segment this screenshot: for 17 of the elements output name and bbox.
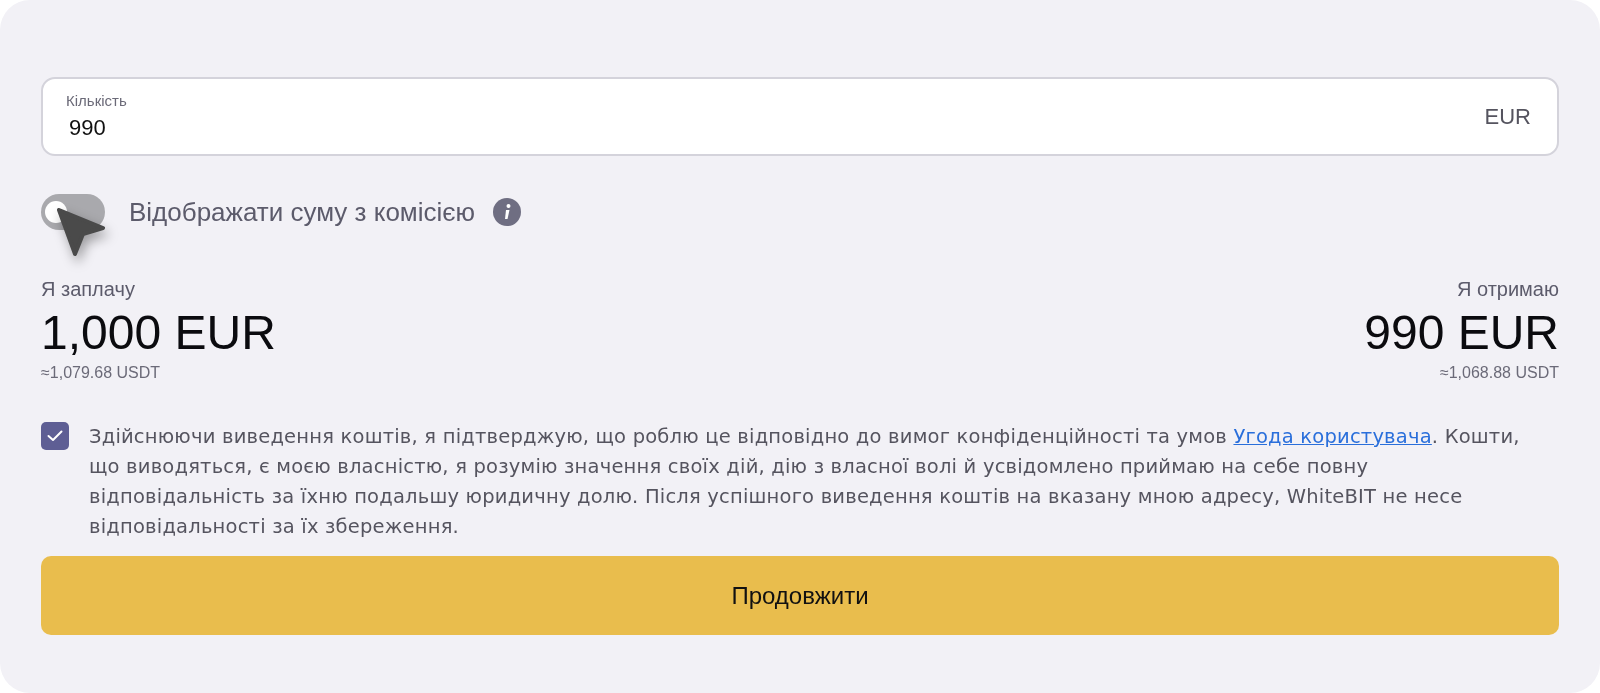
pay-label: Я заплачу <box>41 278 135 301</box>
currency-label: EUR <box>1484 103 1531 130</box>
receive-amount: 990 EUR <box>1364 305 1559 360</box>
receive-equivalent: ≈1,068.88 USDT <box>1439 364 1559 382</box>
receive-label: Я отримаю <box>1457 278 1559 301</box>
pay-amount: 1,000 EUR <box>41 305 276 360</box>
toggle-label: Відображати суму з комісією <box>129 196 476 228</box>
amount-field[interactable]: Кількість 990 EUR <box>41 77 1559 156</box>
continue-button[interactable]: Продовжити <box>41 556 1559 635</box>
info-icon[interactable] <box>493 198 522 226</box>
pay-equivalent: ≈1,079.68 USDT <box>41 364 161 382</box>
field-label: Кількість <box>66 92 128 109</box>
user-agreement-link[interactable]: Угода користувача <box>1233 425 1432 448</box>
consent-text: Здійснюючи виведення коштів, я підтверджую, що роблю це відповідно до вимог конфіденційності та умов Угода користувача. Кошти, що виводяться, є моєю власністю, я розумію значення своїх дій, дію з власної волі й усвідомлено приймаю на себе повну відповідальність за їхню подальшу юридичну долю. Після успішного виведення коштів на вказану мною адресу, WhiteBIT не несе відповідальності за їх збереження. <box>89 424 1521 540</box>
amount-input[interactable]: 990 <box>66 115 1485 141</box>
check-icon <box>47 430 63 442</box>
consent-checkbox[interactable] <box>41 422 69 450</box>
